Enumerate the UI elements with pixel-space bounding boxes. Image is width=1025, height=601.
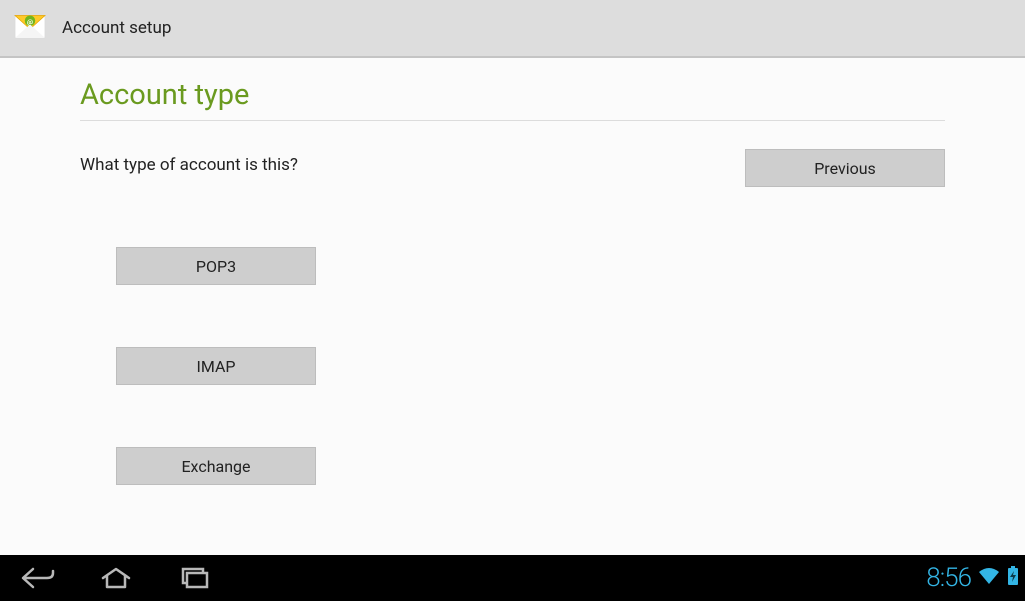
content-area: Account type What type of account is thi… [0,58,1025,485]
prompt-text: What type of account is this? [80,155,298,175]
header-title: Account setup [62,18,171,38]
page-heading: Account type [80,78,945,121]
account-type-options: POP3 IMAP Exchange [116,247,945,485]
clock-text: 8:56 [926,563,971,593]
previous-button[interactable]: Previous [745,149,945,187]
system-bar: 8:56 [0,555,1025,601]
app-header: @ Account setup [0,0,1025,58]
imap-button[interactable]: IMAP [116,347,316,385]
recents-softkey[interactable] [162,555,226,601]
exchange-button[interactable]: Exchange [116,447,316,485]
battery-charging-icon [1007,566,1019,590]
back-softkey[interactable] [6,555,70,601]
wifi-icon [977,566,1001,590]
email-icon: @ [12,8,62,48]
pop3-button[interactable]: POP3 [116,247,316,285]
home-softkey[interactable] [84,555,148,601]
